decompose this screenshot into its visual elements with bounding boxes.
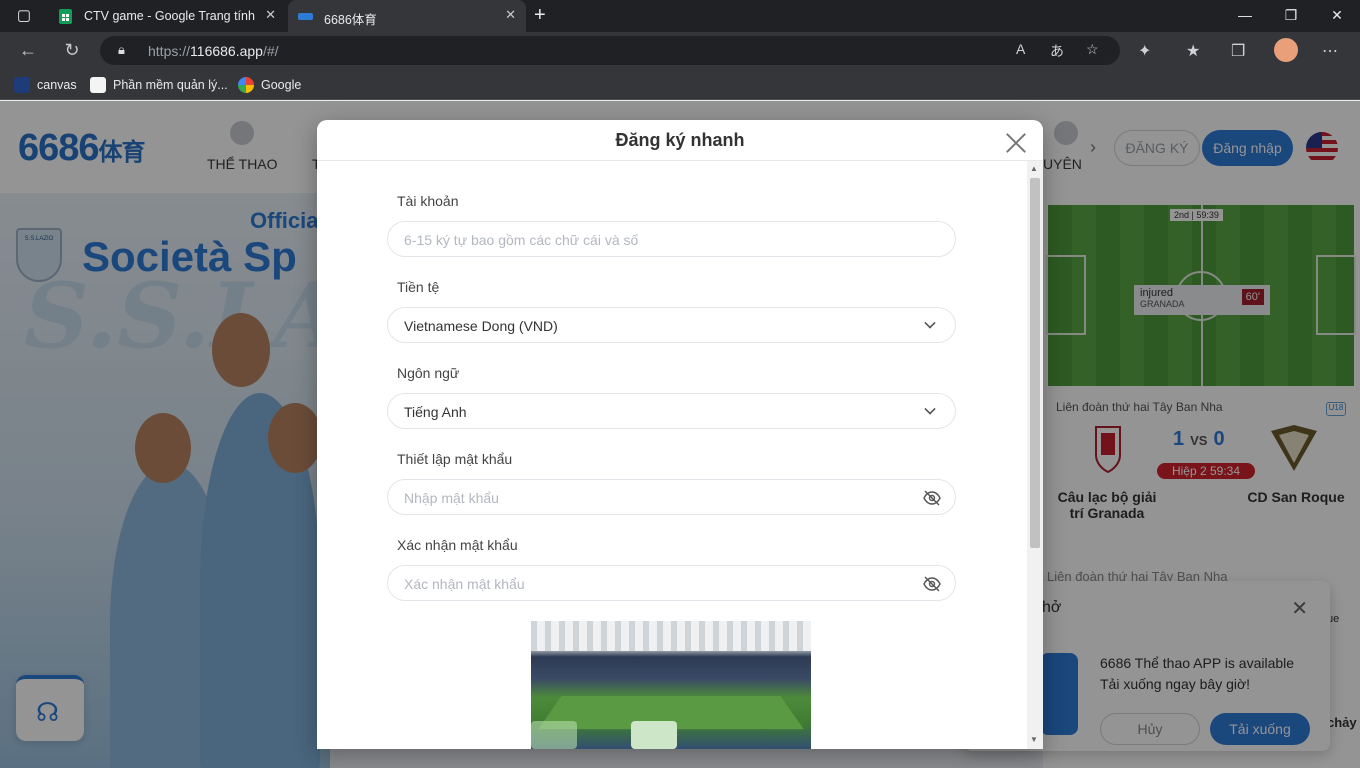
captcha-puzzle-piece[interactable] (631, 721, 677, 749)
reload-icon[interactable]: ↻ (60, 40, 84, 61)
restore-icon[interactable]: ❐ (1281, 7, 1301, 24)
account-placeholder: 6-15 ký tự bao gồm các chữ cái và số (404, 232, 639, 248)
browser-tab-bar: ▢ CTV game - Google Trang tính ✕ 6686体育 … (0, 0, 1360, 32)
bookmark-phan-mem[interactable]: Phần mềm quản lý... (90, 77, 228, 93)
more-menu-icon[interactable]: ⋯ (1322, 41, 1338, 61)
read-aloud-icon[interactable]: A (1016, 41, 1025, 57)
google-icon (238, 77, 254, 93)
password-input[interactable]: Nhập mật khẩu (387, 479, 956, 515)
close-tab-icon[interactable]: ✕ (265, 7, 276, 23)
address-bar[interactable]: 🔒︎ https://116686.app/#/ A あ ☆ (100, 36, 1120, 65)
lock-icon: 🔒︎ (118, 42, 125, 57)
tab-title: 6686体育 (324, 13, 377, 27)
extensions-icon[interactable]: ✦ (1138, 41, 1151, 61)
close-tab-icon[interactable]: ✕ (505, 7, 516, 23)
modal-scrollbar[interactable]: ▲ ▼ (1027, 161, 1043, 749)
sheets-icon (58, 9, 73, 24)
account-label: Tài khoản (397, 193, 459, 209)
password-label: Thiết lập mật khẩu (397, 451, 513, 467)
currency-select[interactable]: Vietnamese Dong (VND) (387, 307, 956, 343)
language-value: Tiếng Anh (404, 404, 467, 420)
currency-value: Vietnamese Dong (VND) (404, 318, 558, 334)
chevron-down-icon (924, 317, 936, 329)
confirm-password-input[interactable]: Xác nhận mật khẩu (387, 565, 956, 601)
scrollbar-thumb[interactable] (1030, 178, 1040, 548)
close-icon[interactable] (1005, 132, 1027, 154)
new-tab-icon[interactable]: + (534, 4, 546, 27)
translate-icon[interactable]: あ (1050, 41, 1064, 61)
browser-toolbar: ← ↻ 🔒︎ https://116686.app/#/ A あ ☆ ✦ ★ ❒… (0, 32, 1360, 70)
scroll-down-icon[interactable]: ▼ (1030, 735, 1038, 744)
bookmark-google[interactable]: Google (238, 77, 301, 93)
currency-label: Tiền tệ (397, 279, 440, 295)
tab-6686[interactable]: 6686体育 ✕ (288, 0, 526, 32)
eye-off-icon[interactable] (923, 575, 941, 593)
confirm-password-placeholder: Xác nhận mật khẩu (404, 576, 525, 592)
tab-ctv-game[interactable]: CTV game - Google Trang tính ✕ (48, 0, 286, 32)
favorites-icon[interactable]: ★ (1186, 41, 1200, 61)
account-input[interactable]: 6-15 ký tự bao gồm các chữ cái và số (387, 221, 956, 257)
language-label: Ngôn ngữ (397, 365, 460, 381)
modal-header: Đăng ký nhanh (317, 120, 1043, 161)
password-placeholder: Nhập mật khẩu (404, 490, 499, 506)
profile-avatar[interactable] (1274, 38, 1298, 62)
tab-title: CTV game - Google Trang tính (84, 9, 255, 23)
modal-title: Đăng ký nhanh (615, 130, 745, 150)
back-icon[interactable]: ← (16, 40, 40, 61)
chevron-down-icon (924, 403, 936, 415)
captcha-puzzle-slot (531, 721, 577, 749)
eye-off-icon[interactable] (923, 489, 941, 507)
language-select[interactable]: Tiếng Anh (387, 393, 956, 429)
scroll-up-icon[interactable]: ▲ (1030, 164, 1038, 173)
bookmark-canvas[interactable]: canvas (14, 77, 77, 93)
add-favorite-icon[interactable]: ☆ (1086, 41, 1099, 58)
tab-actions-icon[interactable]: ▢ (8, 6, 40, 26)
url-text: https://116686.app/#/ (148, 43, 279, 59)
close-window-icon[interactable]: ✕ (1327, 7, 1347, 24)
slider-captcha-image[interactable] (531, 621, 811, 749)
bookmarks-bar: canvas Phần mềm quản lý... Google (0, 70, 1360, 100)
minimize-icon[interactable]: — (1235, 7, 1255, 23)
canvas-icon (14, 77, 30, 93)
document-icon (90, 77, 106, 93)
site-icon (298, 9, 313, 24)
confirm-password-label: Xác nhận mật khẩu (397, 537, 518, 553)
collections-icon[interactable]: ❒ (1231, 41, 1245, 61)
quick-register-modal: Đăng ký nhanh Tài khoản 6-15 ký tự bao g… (317, 120, 1043, 749)
